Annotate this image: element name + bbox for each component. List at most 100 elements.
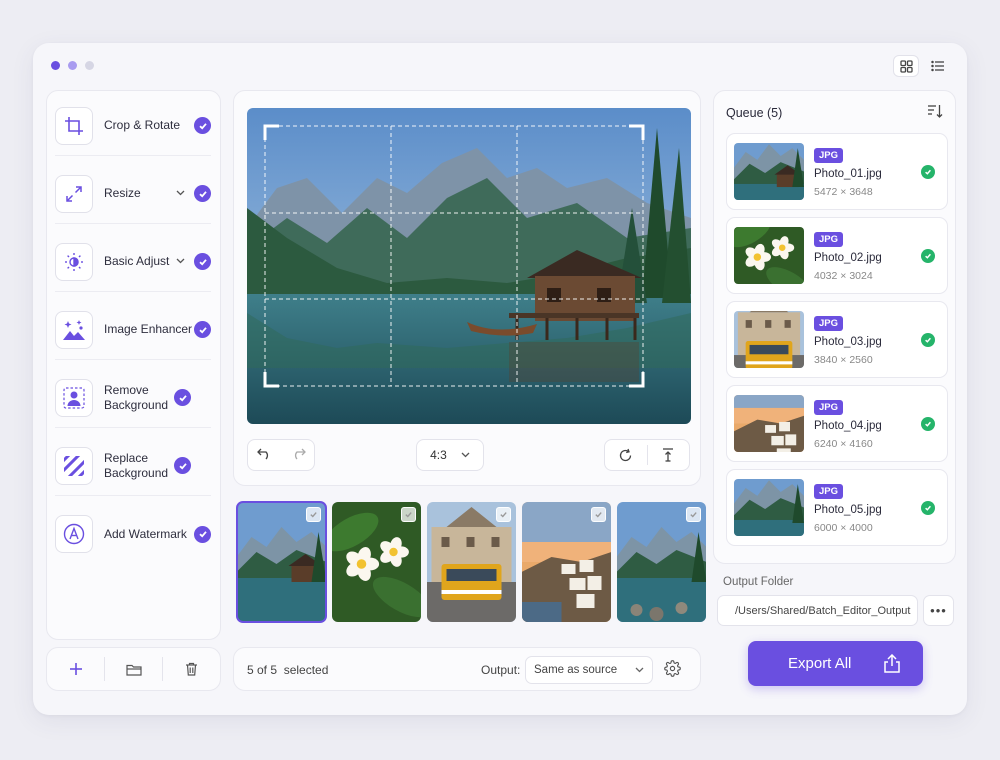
queue-thumbnail [734, 227, 804, 284]
file-name: Photo_03.jpg [814, 336, 882, 348]
sort-icon [928, 105, 943, 118]
chevron-down-icon[interactable] [176, 256, 185, 267]
tool-enabled-checkbox[interactable] [194, 525, 211, 543]
queue-panel: Queue (5) JPG Photo_01.jpg 5472 × 3648 JPG… [713, 90, 956, 564]
grid-icon [899, 59, 913, 73]
file-name: Photo_05.jpg [814, 504, 882, 516]
done-check-icon [921, 501, 935, 515]
tool-icon-box [55, 446, 93, 485]
done-check-icon [921, 417, 935, 431]
thumbnail-checkbox[interactable] [306, 507, 321, 522]
window-dot[interactable] [68, 61, 77, 70]
tool-item[interactable]: Basic Adjust [55, 232, 211, 292]
window-dot[interactable] [85, 61, 94, 70]
folder-icon [125, 664, 142, 676]
chevron-down-icon[interactable] [176, 188, 185, 199]
tool-item[interactable]: Image Enhancer [55, 300, 211, 360]
tool-enabled-checkbox[interactable] [194, 185, 211, 202]
sparkle-image-icon [62, 319, 86, 341]
tool-item[interactable]: Remove Background [55, 368, 211, 428]
format-badge: JPG [814, 316, 844, 331]
add-tool-button[interactable] [47, 657, 104, 681]
output-folder-field[interactable]: /Users/Shared/Batch_Editor_Output [717, 595, 918, 626]
plus-icon [69, 663, 82, 675]
tools-panel: Crop & Rotate Resize Basic Adjust Image Enh… [46, 90, 221, 640]
file-name: Photo_04.jpg [814, 420, 882, 432]
queue-thumbnail [734, 479, 804, 536]
share-upload-icon [884, 654, 900, 673]
bottom-bar: 5 of 5 selected Output: Same as source [233, 647, 701, 691]
export-all-label: Export All [788, 655, 852, 672]
tool-enabled-checkbox[interactable] [194, 117, 211, 134]
file-name: Photo_01.jpg [814, 168, 882, 180]
tool-label: Basic Adjust [104, 254, 170, 268]
thumbnail[interactable] [236, 501, 327, 623]
thumbnail[interactable] [617, 502, 706, 622]
queue-item[interactable]: JPG Photo_04.jpg 6240 × 4160 [726, 385, 948, 462]
queue-item[interactable]: JPG Photo_03.jpg 3840 × 2560 [726, 301, 948, 378]
tool-item[interactable]: Add Watermark [55, 504, 211, 564]
queue-item[interactable]: JPG Photo_05.jpg 6000 × 4000 [726, 469, 948, 546]
list-view-button[interactable] [925, 55, 951, 77]
aspect-ratio-select[interactable]: 4:3 [416, 439, 484, 471]
window-dot[interactable] [51, 61, 60, 70]
tool-enabled-checkbox[interactable] [194, 253, 211, 270]
done-check-icon [921, 333, 935, 347]
queue-item[interactable]: JPG Photo_01.jpg 5472 × 3648 [726, 133, 948, 210]
redo-icon [294, 448, 306, 459]
tool-enabled-checkbox[interactable] [174, 389, 191, 406]
thumbnail-checkbox[interactable] [401, 507, 416, 522]
preview-panel: 4:3 [233, 90, 701, 486]
format-badge: JPG [814, 232, 844, 247]
sort-button[interactable] [927, 104, 943, 123]
list-icon [931, 60, 944, 72]
aspect-ratio-value: 4:3 [430, 448, 447, 462]
redo-button[interactable] [290, 446, 306, 465]
file-dimensions: 5472 × 3648 [814, 186, 873, 198]
rotate-button[interactable] [605, 445, 647, 465]
export-all-button[interactable]: Export All [748, 641, 923, 686]
thumbnail-strip [236, 501, 706, 623]
tool-label: Resize [104, 186, 141, 200]
chevron-down-icon [635, 667, 644, 673]
align-top-button[interactable] [646, 445, 690, 465]
view-toggle [893, 55, 951, 77]
thumbnail-checkbox[interactable] [496, 507, 511, 522]
stripes-icon [63, 455, 85, 477]
resize-icon [65, 185, 83, 203]
tool-item[interactable]: Replace Background [55, 436, 211, 496]
thumbnail[interactable] [427, 502, 516, 622]
done-check-icon [921, 165, 935, 179]
tool-label: Remove Background [104, 382, 169, 412]
queue-item[interactable]: JPG Photo_02.jpg 4032 × 3024 [726, 217, 948, 294]
tool-label: Crop & Rotate [104, 118, 181, 132]
output-settings-button[interactable] [664, 660, 681, 682]
output-select[interactable]: Same as source [525, 656, 653, 684]
tool-enabled-checkbox[interactable] [194, 321, 211, 338]
person-remove-bg-icon [63, 386, 85, 409]
tool-icon-box [55, 106, 93, 145]
undo-button[interactable] [256, 446, 273, 465]
watermark-a-icon [63, 523, 85, 545]
grid-view-button[interactable] [893, 55, 919, 77]
thumbnail[interactable] [332, 502, 421, 622]
file-dimensions: 6000 × 4000 [814, 522, 873, 534]
thumbnail-checkbox[interactable] [591, 507, 606, 522]
chevron-down-icon [461, 452, 470, 458]
output-value: Same as source [534, 664, 618, 676]
thumbnail[interactable] [522, 502, 611, 622]
file-dimensions: 6240 × 4160 [814, 438, 873, 450]
thumbnail-checkbox[interactable] [686, 507, 701, 522]
preview-image[interactable] [247, 108, 691, 424]
more-options-button[interactable]: ••• [923, 595, 954, 626]
tool-enabled-checkbox[interactable] [174, 457, 191, 474]
open-folder-button[interactable] [104, 657, 162, 681]
tool-label: Image Enhancer [104, 322, 193, 336]
output-folder-path: /Users/Shared/Batch_Editor_Output [735, 604, 911, 617]
tool-item[interactable]: Crop & Rotate [55, 96, 211, 156]
rotate-icon [620, 448, 632, 461]
delete-button[interactable] [162, 657, 220, 681]
tool-icon-box [55, 310, 93, 349]
trash-icon [186, 662, 197, 676]
tool-item[interactable]: Resize [55, 164, 211, 224]
